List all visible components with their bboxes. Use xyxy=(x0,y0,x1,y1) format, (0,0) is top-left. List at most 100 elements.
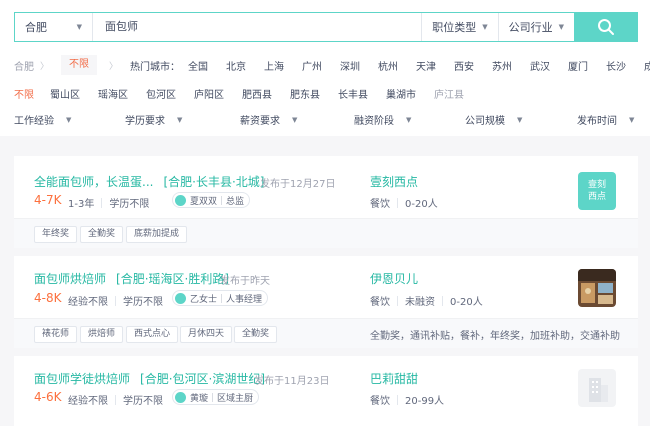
hot-city-item[interactable]: 天津 xyxy=(416,58,436,73)
job-tag: 年终奖 xyxy=(34,226,78,243)
filter-label: 工作经验 xyxy=(14,116,54,127)
company-name[interactable]: 伊恩贝儿 xyxy=(370,270,418,287)
hot-city-item[interactable]: 广州 xyxy=(302,58,322,73)
company-logo[interactable] xyxy=(578,369,616,407)
filter-label: 公司规模 xyxy=(465,116,505,127)
hot-city-item[interactable]: 全国 xyxy=(188,58,208,73)
district-item[interactable]: 肥西县 xyxy=(242,86,272,101)
search-icon xyxy=(598,19,614,35)
company-name[interactable]: 壹刻西点 xyxy=(370,173,418,190)
salary: 4-6K xyxy=(34,390,62,404)
shop-photo-icon xyxy=(578,269,616,307)
city-select-value: 合肥 xyxy=(25,21,47,34)
hot-city-item[interactable]: 武汉 xyxy=(530,58,550,73)
filter-label: 学历要求 xyxy=(125,116,165,127)
job-card[interactable]: 全能面包师，长温蛋... [合肥·长丰县·北城] 发布于12月27日 4-7K 1… xyxy=(14,156,638,248)
job-type-label: 职位类型 xyxy=(432,21,477,34)
job-tag: 裱花师 xyxy=(34,326,78,343)
job-location: [合肥·瑶海区·胜利路] xyxy=(116,272,230,286)
company-size: 0-20人 xyxy=(405,199,438,210)
education-filter[interactable]: 学历要求 ▼ xyxy=(125,112,183,128)
condition-filter-row: 工作经验 ▼ 学历要求 ▼ 薪资要求 ▼ 融资阶段 ▼ 公司规模 ▼ 发布时间 … xyxy=(14,112,650,132)
education: 学历不限 xyxy=(123,396,163,407)
education: 学历不限 xyxy=(109,199,150,210)
industry-dropdown[interactable]: 公司行业 ▼ xyxy=(497,13,574,41)
financing-filter[interactable]: 融资阶段 ▼ xyxy=(354,112,412,128)
hot-city-label: 热门城市： xyxy=(130,61,181,73)
city-select[interactable]: 合肥 ▼ xyxy=(15,13,93,41)
publish-time: 发布于12月27日 xyxy=(260,179,336,190)
avatar xyxy=(175,194,186,206)
district-unlimited[interactable]: 不限 xyxy=(14,86,34,101)
recruiter[interactable]: 夏双双 总监 xyxy=(172,192,251,208)
district-item[interactable]: 蜀山区 xyxy=(50,86,80,101)
hot-city-item[interactable]: 成都 xyxy=(644,58,650,73)
hot-city-item[interactable]: 西安 xyxy=(454,58,474,73)
salary: 4-8K xyxy=(34,291,62,305)
district-filter-row: 不限 蜀山区 瑶海区 包河区 庐阳区 肥西县 肥东县 长丰县 巢湖市 庐江县 xyxy=(14,83,482,103)
salary-filter[interactable]: 薪资要求 ▼ xyxy=(240,112,297,128)
job-tag: 底薪加提成 xyxy=(126,226,188,243)
company-size: 0-20人 xyxy=(450,297,483,308)
district-item[interactable]: 庐江县 xyxy=(434,86,464,101)
company-benefits: 全勤奖，通讯补贴，餐补，年终奖，加班补助，交通补助 xyxy=(370,331,620,342)
chevron-down-icon: ▼ xyxy=(558,23,564,31)
hot-city-item[interactable]: 厦门 xyxy=(568,58,588,73)
company-logo[interactable]: 壹刻 西点 xyxy=(578,172,616,210)
job-tag: 月休四天 xyxy=(180,326,233,343)
experience-filter[interactable]: 工作经验 ▼ xyxy=(14,112,71,128)
job-tag: 烘焙师 xyxy=(80,326,124,343)
recruiter-name: 黄璇 xyxy=(190,393,209,404)
job-card-footer: 年终奖 全勤奖 底薪加提成 xyxy=(14,218,638,248)
city-unlimited[interactable]: 不限 xyxy=(61,55,98,75)
chevron-right-icon: 〉 xyxy=(109,61,119,72)
job-type-dropdown[interactable]: 职位类型 ▼ xyxy=(421,13,497,41)
job-title-link[interactable]: 面包师学徒烘焙师 [合肥·包河区·滨湖世纪] xyxy=(34,370,265,387)
hot-city-item[interactable]: 长沙 xyxy=(606,58,626,73)
company-size-filter[interactable]: 公司规模 ▼ xyxy=(465,112,522,128)
recruiter-name: 夏双双 xyxy=(190,196,218,207)
search-button[interactable] xyxy=(574,12,638,42)
chevron-down-icon: ▼ xyxy=(482,23,488,31)
search-bar: 合肥 ▼ 面包师 职位类型 ▼ 公司行业 ▼ xyxy=(14,12,574,42)
job-card-footer: 裱花师 烘焙师 西式点心 月休四天 全勤奖 全勤奖，通讯补贴，餐补，年终奖，加班… xyxy=(14,318,638,348)
job-title: 面包师烘焙师 xyxy=(34,272,107,286)
district-item[interactable]: 长丰县 xyxy=(338,86,368,101)
job-requirements: 1-3年 学历不限 xyxy=(68,195,149,210)
district-item[interactable]: 肥东县 xyxy=(290,86,320,101)
logo-text: 壹刻 xyxy=(587,180,606,190)
company-logo[interactable] xyxy=(578,269,616,307)
hot-city-item[interactable]: 深圳 xyxy=(340,58,360,73)
job-tag: 全勤奖 xyxy=(234,326,278,343)
company-industry: 餐饮 xyxy=(370,199,390,210)
publish-time: 发布于昨天 xyxy=(220,276,270,287)
filter-label: 发布时间 xyxy=(577,116,617,127)
education: 学历不限 xyxy=(123,297,163,308)
recruiter-role: 总监 xyxy=(226,196,245,207)
job-card[interactable]: 面包师学徒烘焙师 [合肥·包河区·滨湖世纪] 发布于11月23日 4-6K 经验不… xyxy=(14,356,638,426)
job-title-link[interactable]: 全能面包师，长温蛋... [合肥·长丰县·北城] xyxy=(34,173,264,190)
logo-text: 西点 xyxy=(587,192,606,202)
chevron-down-icon: ▼ xyxy=(406,115,412,124)
avatar xyxy=(175,391,186,403)
recruiter[interactable]: 黄璇 区域主厨 xyxy=(172,389,260,405)
company-industry: 餐饮 xyxy=(370,297,390,308)
chevron-down-icon: ▼ xyxy=(177,115,183,124)
publish-time-filter[interactable]: 发布时间 ▼ xyxy=(577,112,634,128)
job-location: [合肥·包河区·滨湖世纪] xyxy=(140,372,266,386)
hot-city-item[interactable]: 北京 xyxy=(226,58,246,73)
job-title-link[interactable]: 面包师烘焙师 [合肥·瑶海区·胜利路] xyxy=(34,270,229,287)
hot-city-item[interactable]: 苏州 xyxy=(492,58,512,73)
hot-city-item[interactable]: 杭州 xyxy=(378,58,398,73)
job-card[interactable]: 面包师烘焙师 [合肥·瑶海区·胜利路] 发布于昨天 4-8K 经验不限 学历不限 … xyxy=(14,256,638,348)
experience: 经验不限 xyxy=(68,297,108,308)
company-name[interactable]: 巴莉甜甜 xyxy=(370,370,418,387)
hot-city-item[interactable]: 上海 xyxy=(264,58,284,73)
recruiter[interactable]: 乙女士 人事经理 xyxy=(172,290,269,306)
search-input[interactable]: 面包师 xyxy=(93,13,421,41)
district-item[interactable]: 巢湖市 xyxy=(386,86,416,101)
district-item[interactable]: 瑶海区 xyxy=(98,86,128,101)
district-item[interactable]: 庐阳区 xyxy=(194,86,224,101)
industry-label: 公司行业 xyxy=(508,21,553,34)
district-item[interactable]: 包河区 xyxy=(146,86,176,101)
